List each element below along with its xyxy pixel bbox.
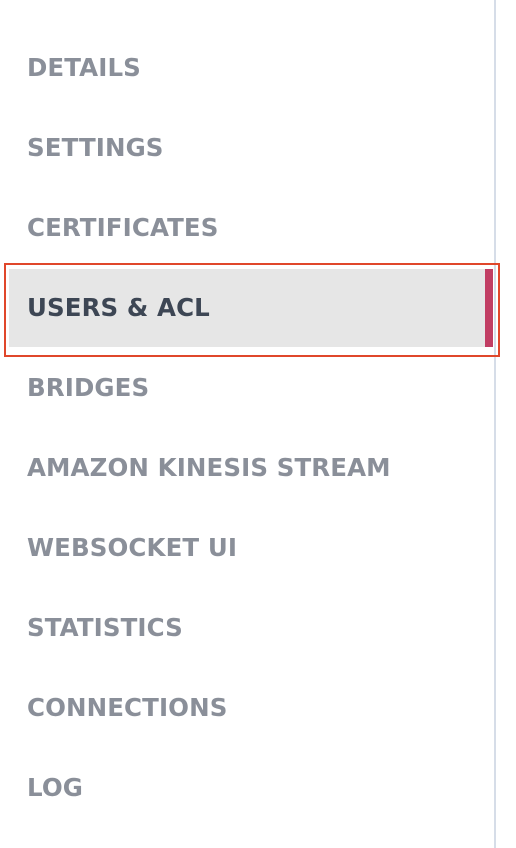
sidebar-nav: DETAILS SETTINGS CERTIFICATES USERS & AC… [0, 28, 494, 828]
sidebar-item-websocket-ui[interactable]: WEBSOCKET UI [0, 508, 494, 588]
sidebar-item-label: DETAILS [27, 53, 141, 82]
sidebar-item-label: AMAZON KINESIS STREAM [27, 453, 391, 482]
sidebar-item-label: BRIDGES [27, 373, 150, 402]
sidebar-item-statistics[interactable]: STATISTICS [0, 588, 494, 668]
sidebar-item-label: LOG [27, 773, 83, 802]
sidebar-item-amazon-kinesis-stream[interactable]: AMAZON KINESIS STREAM [0, 428, 494, 508]
sidebar-item-label: CONNECTIONS [27, 693, 228, 722]
sidebar-item-settings[interactable]: SETTINGS [0, 108, 494, 188]
active-item-indicator [485, 269, 493, 347]
sidebar-item-certificates[interactable]: CERTIFICATES [0, 188, 494, 268]
sidebar: DETAILS SETTINGS CERTIFICATES USERS & AC… [0, 0, 494, 848]
sidebar-item-label: WEBSOCKET UI [27, 533, 238, 562]
sidebar-item-users-acl[interactable]: USERS & ACL [0, 268, 494, 348]
sidebar-item-label: STATISTICS [27, 613, 183, 642]
sidebar-item-log[interactable]: LOG [0, 748, 494, 828]
sidebar-item-bridges[interactable]: BRIDGES [0, 348, 494, 428]
main-content-edge [496, 0, 516, 848]
sidebar-item-label: CERTIFICATES [27, 213, 219, 242]
sidebar-item-label: USERS & ACL [27, 293, 210, 322]
sidebar-item-details[interactable]: DETAILS [0, 28, 494, 108]
sidebar-item-connections[interactable]: CONNECTIONS [0, 668, 494, 748]
sidebar-item-label: SETTINGS [27, 133, 164, 162]
